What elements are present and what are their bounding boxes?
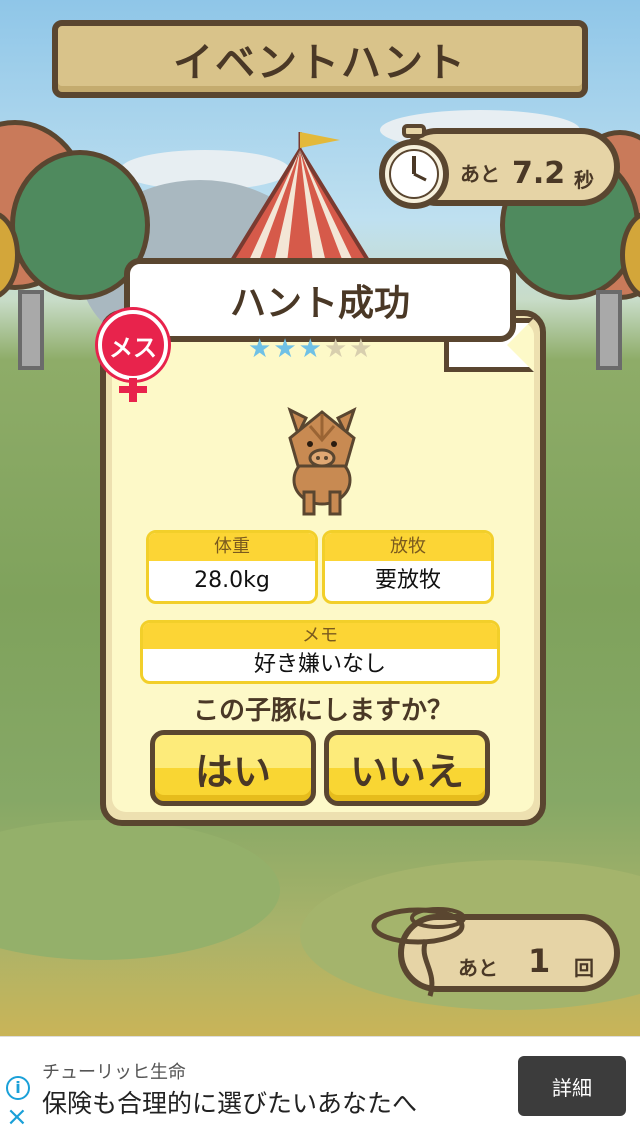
confirm-question: この子豚にしますか？ (192, 696, 453, 726)
result-heading: ハント成功 (229, 283, 410, 324)
stopwatch-icon (379, 124, 449, 209)
no-button[interactable]: いいえ (324, 730, 490, 806)
result-ribbon: ハント成功 (124, 258, 516, 342)
yes-button-label: はい (194, 749, 271, 794)
ad-details-button[interactable]: 詳細 (518, 1056, 626, 1116)
memo-box: メモ 好き嫌いなし (140, 620, 500, 684)
piglet-illustration (287, 407, 357, 516)
yes-button[interactable]: はい (150, 730, 316, 806)
gender-label: メス (109, 333, 157, 362)
remaining-unit: 回 (574, 956, 594, 980)
female-icon: メス (98, 310, 168, 380)
grazing-box: 放牧 要放牧 (322, 530, 494, 604)
timer-label: あと (460, 162, 500, 186)
star-filled-icon: ★ (273, 334, 299, 364)
memo-label: メモ (143, 623, 497, 649)
timer-value: 7.2 (512, 156, 566, 191)
remaining-label: あと (458, 956, 498, 980)
memo-value: 好き嫌いなし (253, 652, 386, 677)
timer-unit: 秒 (574, 168, 594, 192)
lasso-icon (371, 907, 466, 997)
grazing-value: 要放牧 (374, 568, 441, 593)
event-title: イベントハント (173, 40, 467, 86)
star-empty-icon: ★ (323, 334, 350, 364)
weight-box: 体重 28.0kg (146, 530, 318, 604)
weight-label: 体重 (149, 533, 315, 561)
no-button-label: いいえ (349, 749, 464, 794)
weight-value: 28.0kg (194, 568, 270, 593)
ad-close-icon[interactable]: × (6, 1104, 28, 1130)
ad-info-icon[interactable]: i (6, 1076, 30, 1100)
tree-trunk (596, 290, 622, 370)
grass-patch (0, 820, 280, 960)
rarity-stars: ★★★★★ (248, 334, 375, 364)
tree-trunk (18, 290, 44, 370)
female-symbol-bar (119, 386, 147, 393)
ad-details-label: 詳細 (552, 1075, 592, 1100)
grazing-label: 放牧 (325, 533, 491, 561)
star-filled-icon: ★ (248, 334, 274, 364)
star-filled-icon: ★ (298, 334, 324, 364)
star-empty-icon: ★ (349, 334, 375, 364)
ad-headline[interactable]: 保険も合理的に選びたいあなたへ (42, 1084, 417, 1120)
ad-sponsor: チューリッヒ生命 (42, 1062, 186, 1083)
event-title-plank: イベントハント (52, 20, 588, 98)
remaining-value: 1 (528, 942, 551, 980)
